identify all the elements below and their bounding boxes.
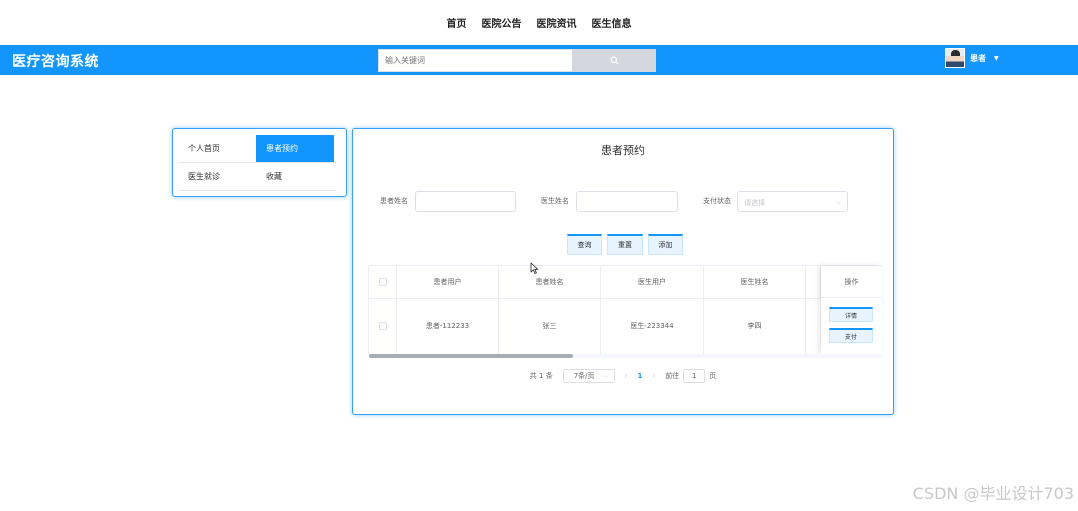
column-header: 操作	[821, 266, 882, 298]
appointment-table: 患者用户 患者姓名 医生用户 医生姓名 患者-112233 张三 医生-2233…	[368, 265, 882, 358]
pay-button[interactable]: 支付	[829, 328, 873, 343]
user-menu[interactable]: 患者 ▼	[945, 48, 999, 68]
pay-status-select[interactable]: 请选择 ⌵	[737, 191, 848, 212]
column-header: 医生用户	[601, 266, 704, 298]
reset-button[interactable]: 重置	[607, 234, 643, 255]
page-jumper: 前往 页	[665, 369, 716, 383]
page-size-value: 7条/页	[573, 372, 595, 380]
sidebar-item-appointment[interactable]: 患者预约	[256, 135, 334, 162]
sidebar-item-favorites[interactable]: 收藏	[256, 163, 334, 190]
page-size-select[interactable]: 7条/页 ⌵	[562, 369, 615, 383]
chevron-down-icon: ⌵	[603, 371, 609, 380]
goto-page-input[interactable]	[683, 369, 706, 383]
nav-home[interactable]: 首页	[447, 15, 467, 30]
detail-button[interactable]: 详情	[829, 307, 873, 322]
column-header: 医生姓名	[704, 266, 806, 298]
sidebar-item-doctor-visit[interactable]: 医生就诊	[178, 163, 256, 190]
select-all-checkbox[interactable]	[378, 278, 387, 286]
app-title: 医疗咨询系统	[12, 54, 99, 70]
query-button[interactable]: 查询	[567, 234, 602, 255]
sidebar: 个人首页 患者预约 医生就诊 收藏	[172, 128, 347, 197]
table-cell: 张三	[499, 298, 601, 354]
search-input[interactable]	[378, 49, 572, 72]
goto-label: 前往	[665, 372, 680, 380]
next-page-icon[interactable]: ›	[652, 372, 655, 380]
header-bar: 医疗咨询系统 患者 ▼	[0, 45, 1078, 75]
column-header-spacer	[806, 266, 821, 298]
mouse-cursor-icon	[530, 262, 539, 274]
column-header: 患者用户	[397, 266, 499, 298]
page-number[interactable]: 1	[638, 372, 643, 380]
pay-status-placeholder: 请选择	[744, 199, 765, 207]
table-cell: 李四	[704, 298, 806, 354]
avatar	[945, 48, 965, 68]
patient-name-label: 患者姓名	[380, 197, 408, 205]
nav-doctor-info[interactable]: 医生信息	[592, 15, 632, 30]
patient-name-input[interactable]	[415, 191, 516, 212]
nav-hospital-news[interactable]: 医院资讯	[537, 15, 577, 30]
doctor-name-label: 医生姓名	[541, 197, 569, 205]
chevron-down-icon: ⌵	[835, 198, 841, 206]
horizontal-scrollbar[interactable]	[369, 354, 881, 358]
nav-hospital-notice[interactable]: 医院公告	[482, 15, 522, 30]
chevron-down-icon: ▼	[994, 54, 999, 62]
search-icon	[610, 56, 618, 65]
search-button[interactable]	[572, 49, 656, 72]
scrollbar-thumb[interactable]	[369, 354, 573, 358]
row-checkbox[interactable]	[378, 322, 387, 330]
total-count: 共 1 条	[529, 372, 553, 380]
table-cell: 患者-112233	[397, 298, 499, 354]
actions-column: 操作 详情 支付	[821, 266, 882, 354]
top-nav: 首页 医院公告 医院资讯 医生信息	[0, 10, 1078, 34]
main-panel: 患者预约 患者姓名 医生姓名 支付状态 请选择 ⌵ 查询 重置 添加 患者用户 …	[352, 128, 894, 415]
user-name: 患者	[970, 53, 986, 63]
pay-status-label: 支付状态	[703, 197, 731, 205]
sidebar-divider	[178, 190, 336, 191]
add-button[interactable]: 添加	[648, 234, 683, 255]
page-unit-label: 页	[709, 372, 717, 380]
prev-page-icon[interactable]: ‹	[625, 372, 628, 380]
watermark: CSDN @毕业设计703	[912, 484, 1074, 503]
pagination: 共 1 条 7条/页 ⌵ ‹ 1 › 前往 页	[353, 369, 893, 383]
table-cell: 医生-223344	[601, 298, 704, 354]
row-select-cell	[369, 298, 397, 354]
sidebar-item-profile[interactable]: 个人首页	[178, 135, 256, 162]
column-header: 患者姓名	[499, 266, 601, 298]
page-title: 患者预约	[601, 144, 645, 157]
doctor-name-input[interactable]	[576, 191, 678, 212]
select-all-cell	[369, 266, 397, 298]
